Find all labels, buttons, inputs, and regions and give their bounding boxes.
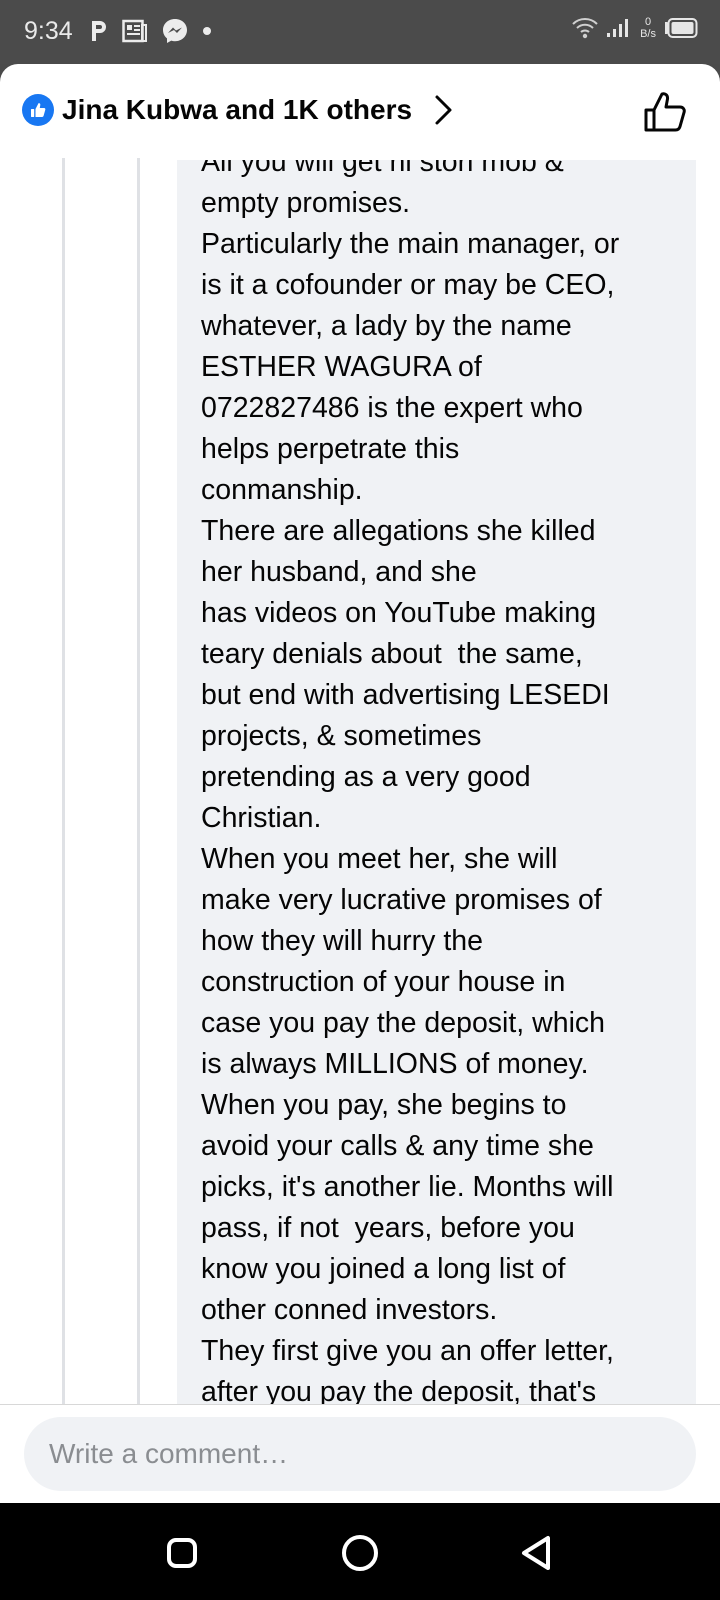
comment-line: is always MILLIONS of money. [201,1048,589,1080]
recents-square-icon [167,1538,197,1568]
thread-line [62,158,65,1468]
wifi-icon [572,18,598,39]
like-reaction-icon [22,94,54,126]
comment-line: whatever, a lady by the name [201,310,572,342]
comment-line: empty promises. [201,187,411,219]
p-notification-icon [92,21,106,41]
comment-line: teary denials about the same, [201,638,583,670]
comment-line: other conned investors. [201,1294,498,1326]
thumbs-up-icon[interactable] [642,88,690,136]
back-triangle-icon [522,1536,550,1570]
comment-composer [0,1404,720,1504]
comment-line: is it a cofounder or may be CEO, [201,269,615,301]
home-button[interactable] [338,1531,382,1575]
comment-line: 0722827486 is the expert who [201,392,583,424]
comment-line: pass, if not years, before you [201,1212,575,1244]
net-speed-unit: B/s [640,28,656,40]
comment-line: There are allegations she killed [201,515,596,547]
dot-icon [203,27,211,35]
comment-line: conmanship. [201,474,363,506]
comment-line: how they will hurry the [201,925,483,957]
comment-text: All you will get ni stori mob & empty pro… [201,160,691,1413]
comment-line: case you pay the deposit, which [201,1007,605,1039]
status-bar: 9:34 0 B/s [0,0,720,64]
reactions-summary-text: Jina Kubwa and 1K others [62,94,413,125]
comment-input[interactable] [24,1417,696,1491]
comment-line: They first give you an offer letter, [201,1335,614,1367]
comments-sheet: Jina Kubwa and 1K others All you will ge… [0,64,720,1503]
system-nav-bar [0,1503,720,1600]
status-time: 9:34 [24,17,73,45]
comment-line: Christian. [201,802,322,834]
back-button[interactable] [515,1531,559,1575]
comment-line: has videos on YouTube making [201,597,597,629]
recents-button[interactable] [160,1531,204,1575]
signal-icon [607,19,629,37]
comment-line: construction of your house in [201,966,566,998]
comment-line: but end with advertising LESEDI [201,679,610,711]
comment-line: her husband, and she [201,556,477,588]
comment-line: When you meet her, she will [201,843,558,875]
comment-line: make very lucrative promises of [201,884,602,916]
comment-line: know you joined a long list of [201,1253,566,1285]
messenger-icon [163,19,187,43]
thread-line [137,158,140,1468]
net-speed-value: 0 [644,16,652,28]
news-icon [122,19,147,43]
comment-line: picks, it's another lie. Months will [201,1171,614,1203]
home-circle-icon [342,1535,378,1571]
comment-line: Particularly the main manager, or [201,228,620,260]
notification-icons [90,18,212,44]
network-speed: 0 B/s [640,16,656,40]
comment-line: All you will get ni stori mob & [201,160,564,178]
system-status-icons: 0 B/s [572,16,698,40]
reactions-summary[interactable]: Jina Kubwa and 1K others [22,90,454,130]
comment-line: projects, & sometimes [201,720,482,752]
comment-line: ESTHER WAGURA of [201,351,482,383]
battery-icon [665,18,698,38]
comment-bubble: All you will get ni stori mob & empty pro… [177,160,696,1476]
comment-line: helps perpetrate this [201,433,460,465]
chevron-right-icon [435,95,452,125]
comment-line: When you pay, she begins to [201,1089,567,1121]
comment-line: pretending as a very good [201,761,531,793]
comment-line: avoid your calls & any time she [201,1130,594,1162]
